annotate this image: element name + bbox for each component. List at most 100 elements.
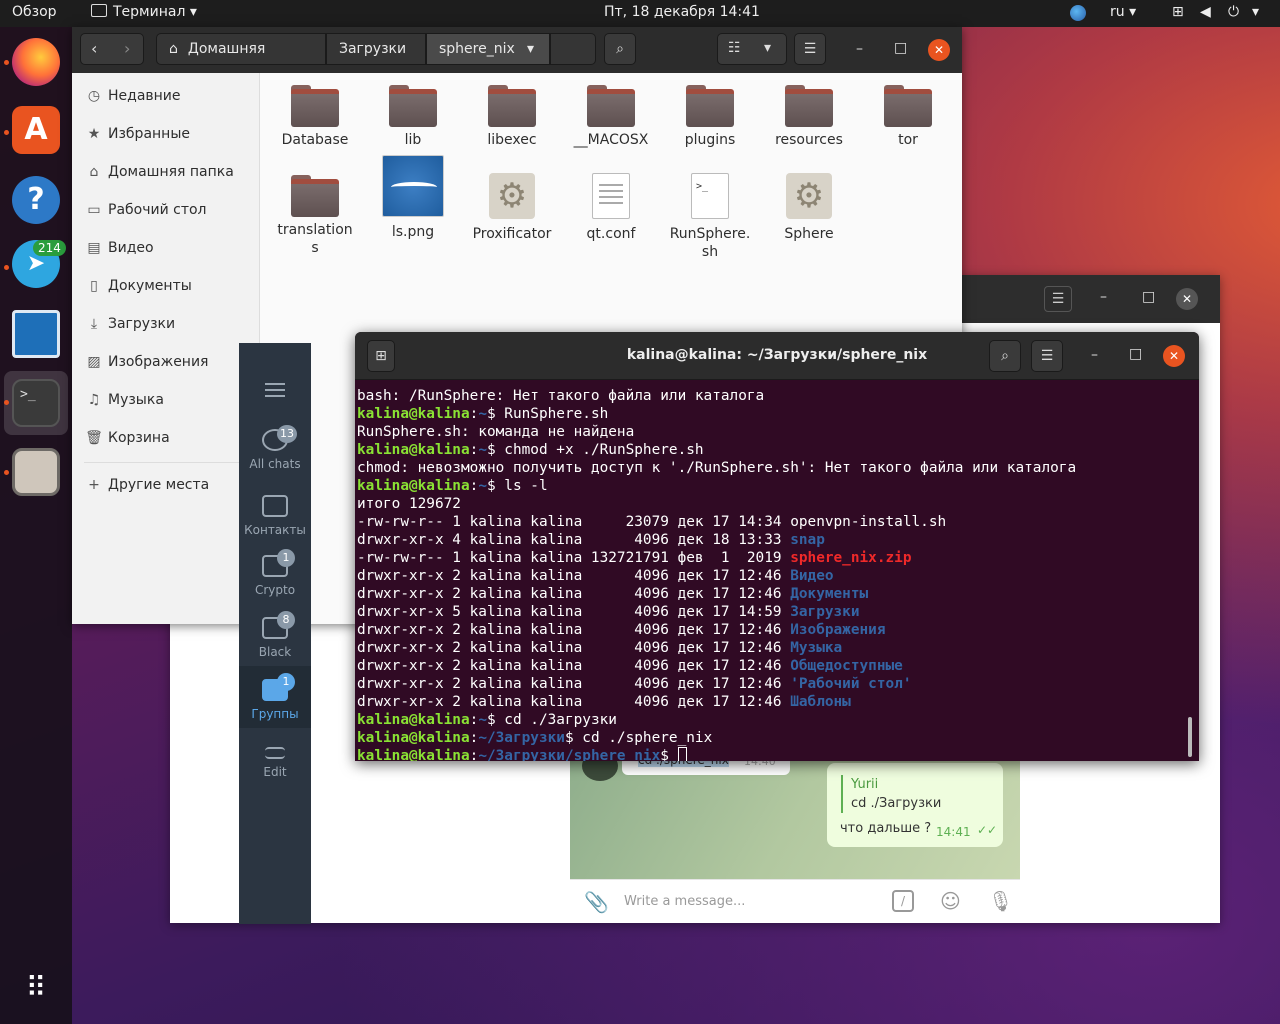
folder-item[interactable]: tor <box>859 83 957 149</box>
cursor <box>677 747 687 761</box>
folder-black[interactable]: Black 8 <box>239 611 311 659</box>
message-composer: 📎 Write a message... / ☺ 🎙 <box>570 879 1020 923</box>
outgoing-message[interactable]: Yurii cd ./Загрузки что дальше ? 14:41 ✓… <box>827 763 1003 847</box>
file-item[interactable]: >_ RunSphere. sh <box>661 173 759 261</box>
maximize-button[interactable]: □ <box>894 40 907 56</box>
minimize-button[interactable]: – <box>1091 347 1098 363</box>
terminal-output[interactable]: bash: /RunSphere: Нет такого файла или к… <box>357 387 1197 761</box>
chevron-down-icon: ▾ <box>527 41 535 57</box>
volume-icon[interactable]: ◀ <box>1200 4 1211 20</box>
maximize-button[interactable]: □ <box>1129 346 1142 362</box>
sidebar-item-label: Музыка <box>108 392 164 408</box>
folder-edit[interactable]: Edit <box>239 743 311 779</box>
status-app-icon[interactable] <box>1070 5 1086 21</box>
sidebar-item-starred[interactable]: ★ Избранные <box>84 122 190 146</box>
maximize-button[interactable]: □ <box>1142 289 1155 305</box>
file-label: lib <box>404 132 422 148</box>
files-icon[interactable] <box>12 448 60 496</box>
breadcrumb-downloads[interactable]: Загрузки <box>326 33 426 65</box>
folder-item[interactable]: plugins <box>661 83 759 149</box>
sidebar-item-pictures[interactable]: ▨ Изображения <box>84 350 208 374</box>
terminal-line: drwxr-xr-x 4 kalina kalina 4096 дек 18 1… <box>357 532 825 548</box>
close-button[interactable]: ✕ <box>1176 288 1198 310</box>
software-center-icon[interactable]: A <box>12 106 60 154</box>
microphone-icon[interactable]: 🎙 <box>988 889 1013 913</box>
image-icon: ▨ <box>87 354 101 370</box>
firefox-icon[interactable] <box>12 38 60 86</box>
folder-icon <box>291 83 339 127</box>
sidebar-item-other-locations[interactable]: + Другие места <box>84 473 209 497</box>
minimize-button[interactable]: – <box>856 41 863 57</box>
network-icon[interactable]: ⊞ <box>1172 4 1184 20</box>
scrollbar[interactable] <box>1188 717 1192 757</box>
attach-icon[interactable]: 📎 <box>584 890 609 914</box>
forward-icon[interactable]: › <box>124 39 130 58</box>
desktop-icon: ▭ <box>87 202 101 218</box>
folder-item[interactable]: Database <box>266 83 364 149</box>
close-button[interactable]: ✕ <box>1163 345 1185 367</box>
close-button[interactable]: ✕ <box>928 39 950 61</box>
folder-label: Группы <box>251 707 299 721</box>
terminal-line: -rw-rw-r-- 1 kalina kalina 23079 дек 17 … <box>357 514 947 530</box>
terminal-line: kalina@kalina:~$ cd ./Загрузки <box>357 712 617 728</box>
sidebar-item-trash[interactable]: 🗑 Корзина <box>84 426 170 450</box>
sidebar-item-videos[interactable]: ▤ Видео <box>84 236 153 260</box>
top-bar: Обзор Терминал ▾ Пт, 18 декабря 14:41 ru… <box>0 0 1280 27</box>
clock[interactable]: Пт, 18 декабря 14:41 <box>604 4 760 20</box>
emoji-icon[interactable]: ☺ <box>940 889 961 913</box>
terminal-line: drwxr-xr-x 2 kalina kalina 4096 дек 17 1… <box>357 658 903 674</box>
sidebar-item-home[interactable]: ⌂ Домашняя папка <box>84 160 234 184</box>
menu-button[interactable]: ☰ <box>1031 340 1063 372</box>
home-icon: ⌂ <box>89 164 99 180</box>
search-button[interactable]: ⌕ <box>989 340 1021 372</box>
keyboard-layout-indicator[interactable]: ru ▾ <box>1110 4 1136 20</box>
file-item[interactable]: ⚙ Sphere <box>760 173 858 243</box>
sidebar-item-recent[interactable]: ◷ Недавние <box>84 84 181 108</box>
bot-command-icon[interactable]: / <box>892 890 914 912</box>
file-item[interactable]: ls.png <box>364 155 462 241</box>
folder-item[interactable]: __MACOSX <box>562 83 660 149</box>
sidebar-item-documents[interactable]: ▯ Документы <box>84 274 192 298</box>
sidebar-item-label: Домашняя папка <box>108 164 234 180</box>
sidebar-item-music[interactable]: ♫ Музыка <box>84 388 164 412</box>
file-label: __MACOSX <box>573 132 649 148</box>
breadcrumb-home[interactable]: ⌂Домашняя папка <box>156 33 326 88</box>
folder-item[interactable]: resources <box>760 83 858 149</box>
back-icon[interactable]: ‹ <box>91 39 97 58</box>
app-menu[interactable]: Терминал ▾ <box>91 4 197 20</box>
sidebar-item-label: Избранные <box>108 126 190 142</box>
folder-contacts[interactable]: Контакты <box>239 495 311 537</box>
folder-item[interactable]: translation s <box>266 173 364 257</box>
chevron-down-icon[interactable]: ▾ <box>764 40 771 56</box>
file-item[interactable]: qt.conf <box>562 173 660 243</box>
sidebar-item-downloads[interactable]: ⤓ Загрузки <box>84 312 175 336</box>
power-icon[interactable]: ⏻ <box>1228 4 1239 20</box>
minimize-button[interactable]: – <box>1100 289 1107 305</box>
terminal-line: bash: /RunSphere: Нет такого файла или к… <box>357 388 765 404</box>
menu-button[interactable]: ☰ <box>794 33 826 65</box>
folder-crypto[interactable]: Crypto 1 <box>239 549 311 597</box>
terminal-icon[interactable]: >_ <box>12 379 60 427</box>
help-icon[interactable]: ? <box>12 176 60 224</box>
menu-icon[interactable]: ☰ <box>1044 286 1072 312</box>
hamburger-icon[interactable] <box>265 383 285 397</box>
terminal-line: итого 129672 <box>357 496 461 512</box>
folder-item[interactable]: libexec <box>463 83 561 149</box>
app-grid-icon[interactable]: ⠿ <box>20 973 52 1005</box>
terminal-line: -rw-rw-r-- 1 kalina kalina 132721791 фев… <box>357 550 912 566</box>
breadcrumb-current[interactable]: sphere_nix ▾ <box>426 33 550 65</box>
sidebar-item-desktop[interactable]: ▭ Рабочий стол <box>84 198 206 222</box>
search-button[interactable]: ⌕ <box>604 33 636 65</box>
breadcrumb-label: sphere_nix <box>439 41 515 57</box>
chevron-down-icon[interactable]: ▾ <box>1252 4 1259 20</box>
document-icon: ▯ <box>90 278 98 294</box>
folder-groups[interactable]: Группы 1 <box>239 673 311 721</box>
file-item[interactable]: ⚙ Proxificator <box>463 173 561 243</box>
activities-button[interactable]: Обзор <box>12 4 57 20</box>
message-input[interactable]: Write a message... <box>624 894 745 909</box>
folder-item[interactable]: lib <box>364 83 462 149</box>
terminal-line: drwxr-xr-x 2 kalina kalina 4096 дек 17 1… <box>357 694 851 710</box>
folder-all-chats[interactable]: All chats 13 <box>239 425 311 471</box>
system-monitor-icon[interactable] <box>12 310 60 358</box>
list-view-icon[interactable]: ☷ <box>728 40 741 56</box>
